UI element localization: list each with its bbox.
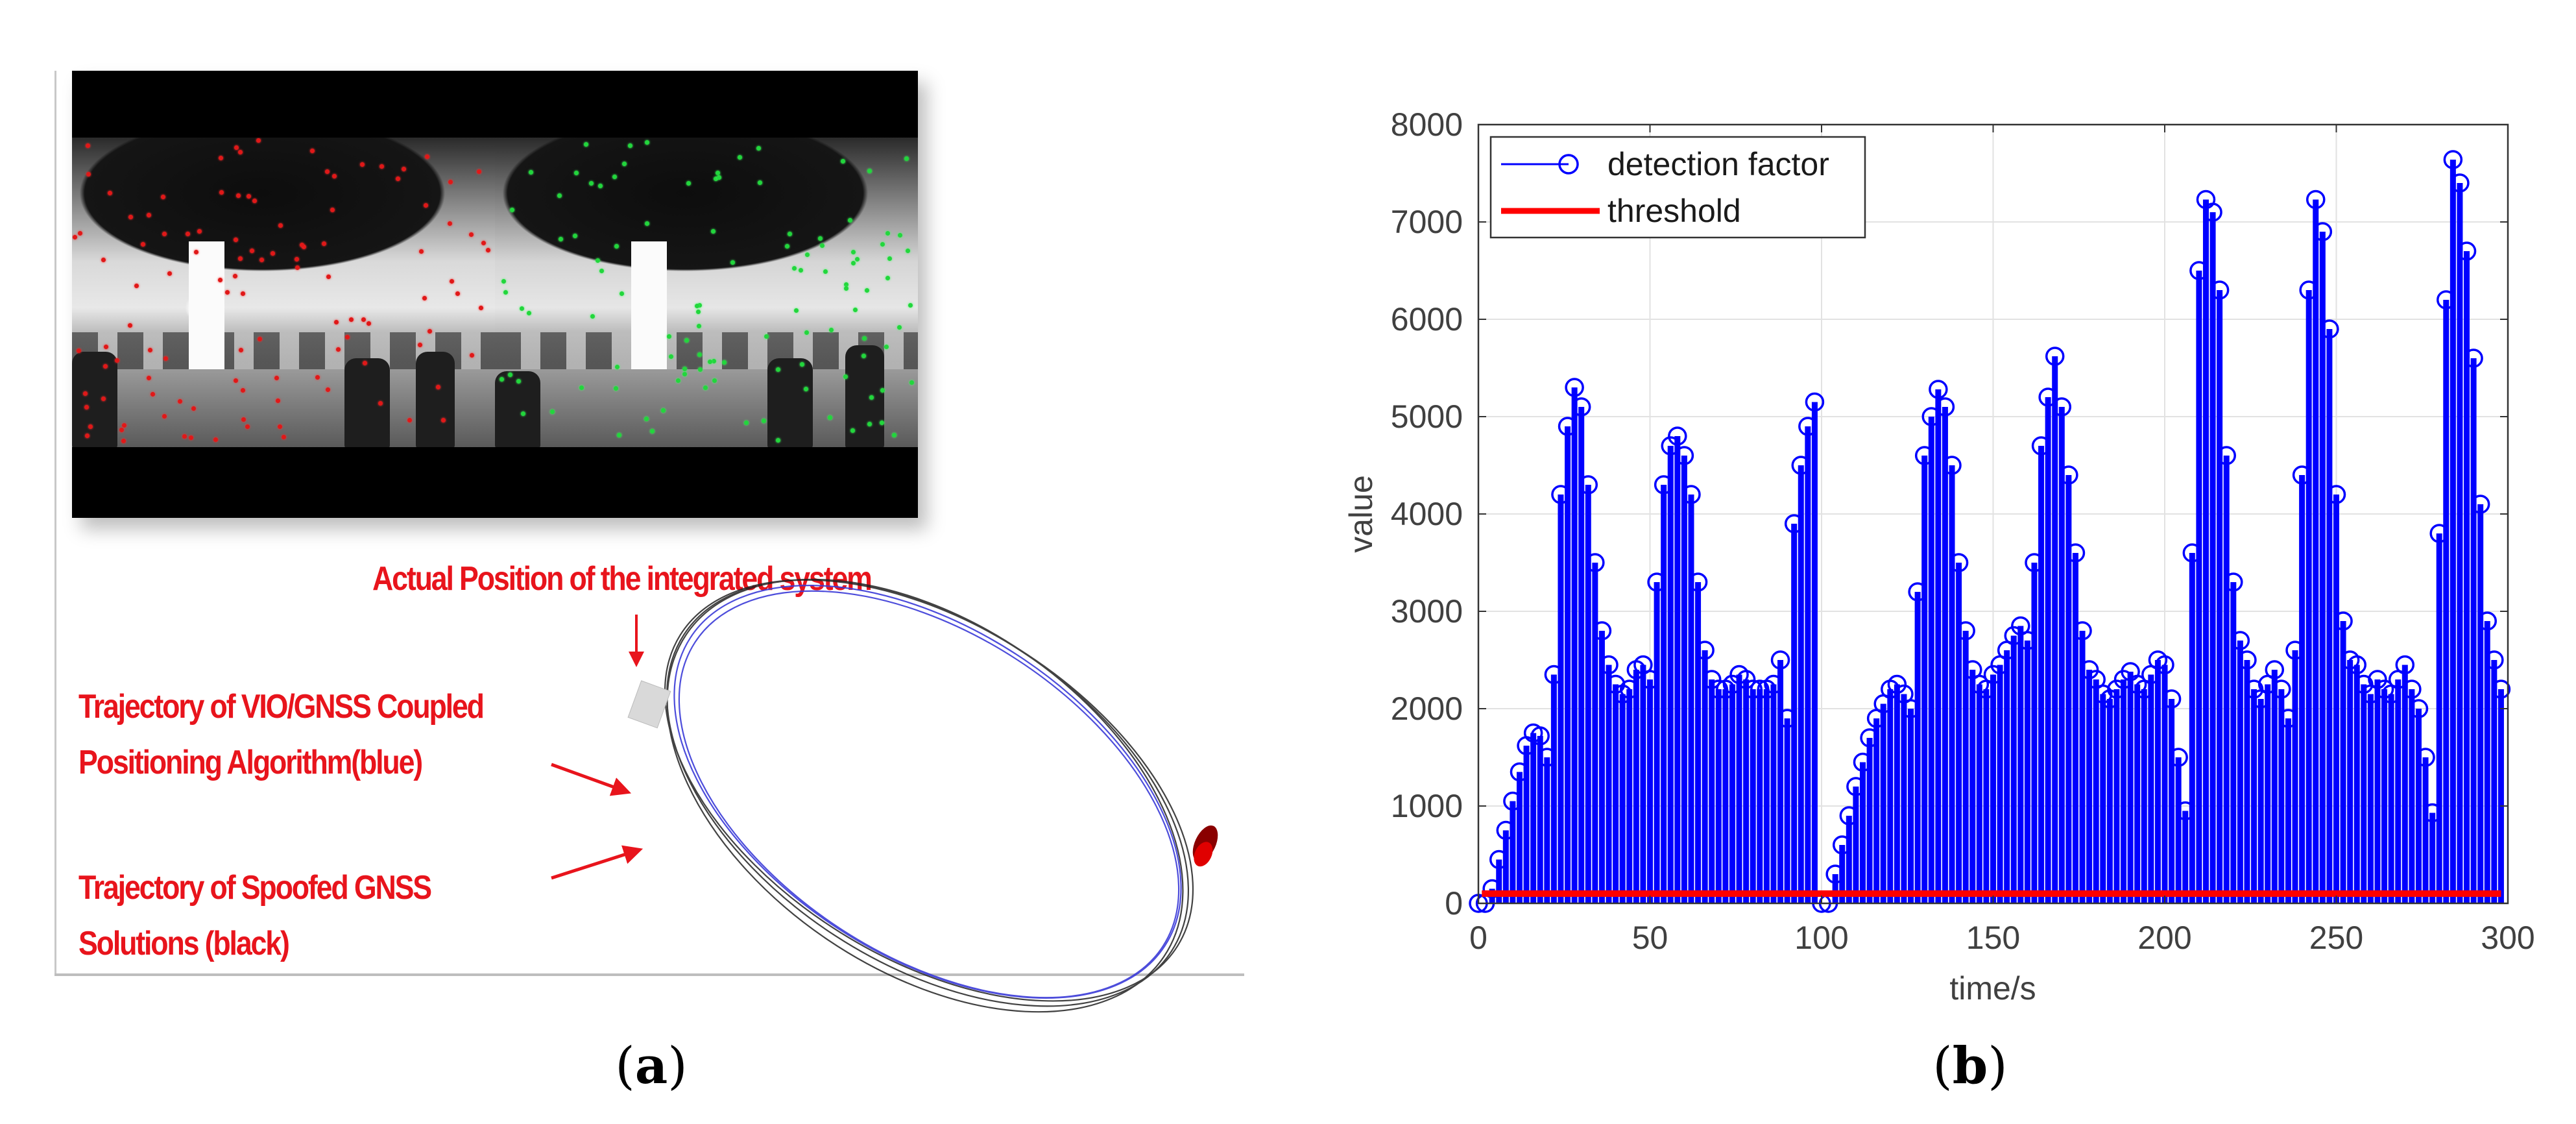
panel-b: 0 50 100 150 200 250 300 0 1000 2000 3000 4000 5000 6… bbox=[0, 0, 2576, 1124]
x-tick-label: 200 bbox=[2137, 920, 2191, 956]
x-tick-label: 150 bbox=[1966, 920, 2020, 956]
detection-chart: 0 50 100 150 200 250 3000100020003000400050006… bbox=[1343, 106, 2535, 1007]
y-axis-label: value bbox=[1343, 475, 1379, 553]
y-tick-label: 1000 bbox=[1391, 788, 1463, 824]
x-tick-label: 50 bbox=[1632, 920, 1668, 956]
x-tick-label: 250 bbox=[2309, 920, 2363, 956]
chart-legend: detection factor threshold bbox=[1489, 136, 1866, 239]
legend-threshold-label: threshold bbox=[1607, 193, 1741, 229]
x-tick-label: 0 bbox=[1469, 920, 1487, 956]
y-tick-label: 2000 bbox=[1391, 690, 1463, 727]
y-tick-label: 7000 bbox=[1391, 204, 1463, 240]
y-tick-label: 6000 bbox=[1391, 301, 1463, 337]
legend-detection-label: detection factor bbox=[1607, 146, 1829, 182]
y-tick-label: 5000 bbox=[1391, 398, 1463, 435]
x-tick-label: 100 bbox=[1794, 920, 1848, 956]
x-axis-label: time/s bbox=[1949, 970, 2036, 1007]
y-tick-label: 0 bbox=[1445, 885, 1463, 922]
y-tick-label: 3000 bbox=[1391, 593, 1463, 629]
y-tick-label: 4000 bbox=[1391, 496, 1463, 532]
y-tick-label: 8000 bbox=[1391, 106, 1463, 143]
x-tick-label: 300 bbox=[2481, 920, 2534, 956]
